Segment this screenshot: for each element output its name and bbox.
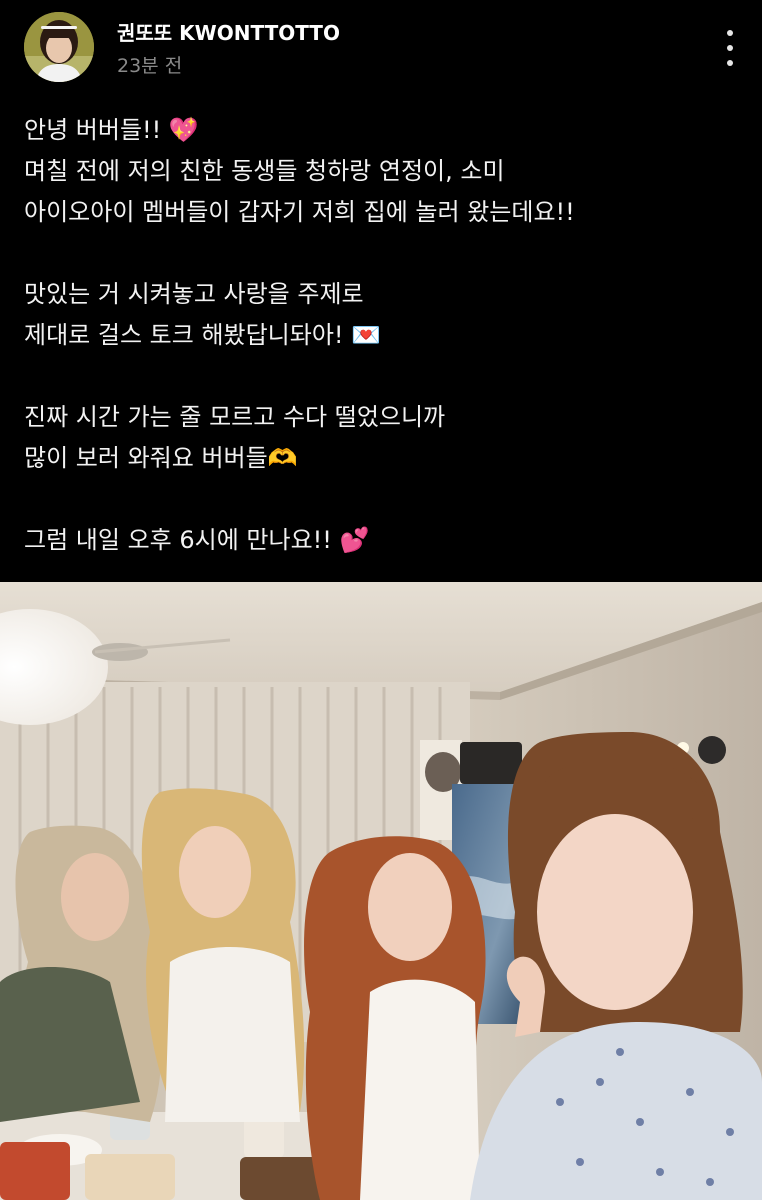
more-vertical-icon-dot xyxy=(727,60,733,66)
post-text-line: 제대로 걸스 토크 해봤답니돠아! 💌 xyxy=(24,321,382,349)
post-text: 안녕 버버들!! 💖 며칠 전에 저의 친한 동생들 청하랑 연정이, 소미 아… xyxy=(24,110,738,561)
avatar-image xyxy=(24,12,94,82)
post-text-line: 진짜 시간 가는 줄 모르고 수다 떨었으니까 xyxy=(24,403,446,431)
photo-illustration xyxy=(0,582,762,1200)
post-text-line: 아이오아이 멤버들이 갑자기 저희 집에 놀러 왔는데요!! xyxy=(24,198,575,226)
post-text-line: 많이 보러 와줘요 버버들🫶 xyxy=(24,444,298,472)
post-text-blank-line xyxy=(24,233,738,274)
post-text-line: 맛있는 거 시켜놓고 사랑을 주제로 xyxy=(24,280,364,308)
more-vertical-icon-dot xyxy=(727,45,733,51)
post-text-blank-line xyxy=(24,479,738,520)
post-text-line: 안녕 버버들!! 💖 xyxy=(24,116,199,144)
author-name[interactable]: 권또또 KWONTTOTTO xyxy=(117,17,340,46)
post-text-line: 그럼 내일 오후 6시에 만나요!! 💕 xyxy=(24,526,370,554)
more-vertical-icon xyxy=(727,30,733,36)
avatar[interactable] xyxy=(24,12,94,82)
post-text-line: 며칠 전에 저의 친한 동생들 청하랑 연정이, 소미 xyxy=(24,157,505,185)
more-options-button[interactable] xyxy=(712,26,748,70)
post-timestamp: 23분 전 xyxy=(117,55,183,77)
post-header: 권또또 KWONTTOTTO 23분 전 xyxy=(0,0,762,100)
post-text-blank-line xyxy=(24,356,738,397)
group-selfie-photo[interactable] xyxy=(0,582,762,1200)
